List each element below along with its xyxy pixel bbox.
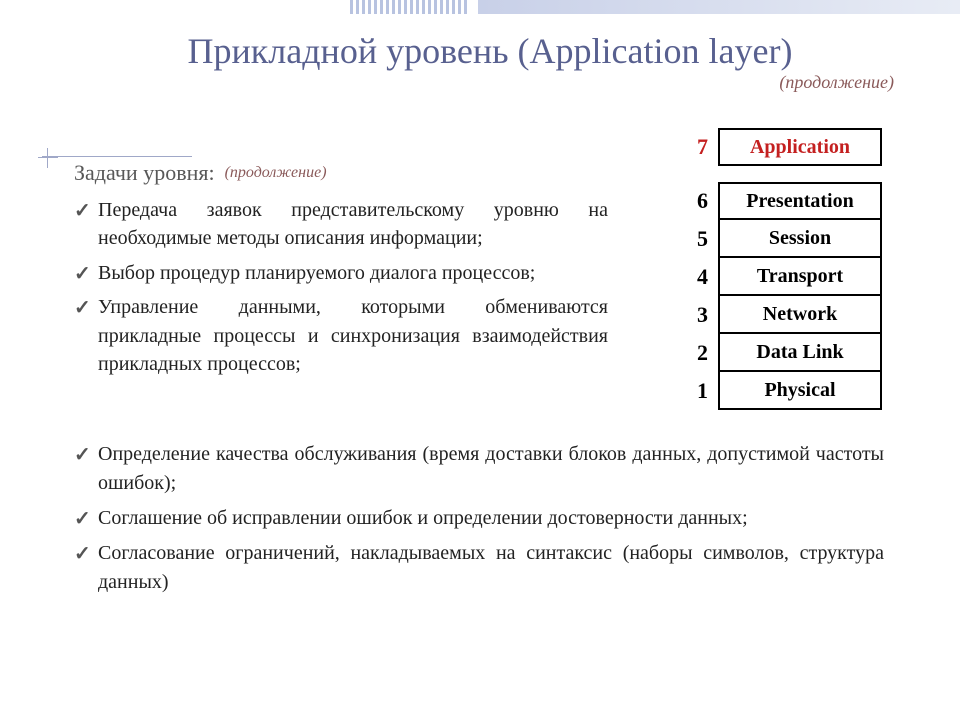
task-item: Определение качества обслуживания (время…	[74, 440, 884, 498]
osi-row-2: 2 Data Link	[688, 334, 882, 372]
cross-decor-icon	[38, 148, 58, 168]
task-item: Управление данными, которыми обмениваютс…	[74, 293, 608, 378]
osi-layer-physical: Physical	[718, 372, 882, 410]
gradient-decor	[478, 0, 960, 14]
osi-row-1: 1 Physical	[688, 372, 882, 410]
slide-title: Прикладной уровень (Application layer)	[100, 30, 880, 72]
osi-number: 6	[688, 188, 718, 214]
task-item: Передача заявок представительскому уровн…	[74, 196, 608, 253]
task-item: Согласование ограничений, накладываемых …	[74, 539, 884, 597]
osi-layer-application: Application	[718, 128, 882, 166]
subhead: Задачи уровня:	[74, 160, 215, 186]
hatch-decor	[350, 0, 470, 14]
osi-row-6: 6 Presentation	[688, 182, 882, 220]
osi-number: 3	[688, 302, 718, 328]
top-decor	[350, 0, 960, 14]
osi-layer-network: Network	[718, 296, 882, 334]
task-item: Выбор процедур планируемого диалога проц…	[74, 259, 608, 287]
osi-stack: 7 Application 6 Presentation 5 Session 4…	[688, 128, 882, 410]
osi-number: 5	[688, 226, 718, 252]
task-item: Соглашение об исправлении ошибок и опред…	[74, 504, 884, 533]
osi-row-3: 3 Network	[688, 296, 882, 334]
osi-layer-transport: Transport	[718, 258, 882, 296]
continuation-label-inline: (продолжение)	[225, 164, 327, 182]
osi-number: 2	[688, 340, 718, 366]
osi-layer-session: Session	[718, 220, 882, 258]
subhead-wrap: Задачи уровня: (продолжение)	[74, 160, 327, 186]
osi-number: 4	[688, 264, 718, 290]
tasks-upper: Передача заявок представительскому уровн…	[74, 196, 608, 384]
tasks-lower: Определение качества обслуживания (время…	[74, 440, 884, 603]
subhead-underline	[42, 156, 192, 157]
osi-row-7: 7 Application	[688, 128, 882, 166]
slide: Прикладной уровень (Application layer) (…	[0, 0, 960, 720]
continuation-label-top: (продолжение)	[779, 72, 894, 93]
osi-layer-datalink: Data Link	[718, 334, 882, 372]
osi-layer-presentation: Presentation	[718, 182, 882, 220]
osi-number: 1	[688, 378, 718, 404]
osi-row-4: 4 Transport	[688, 258, 882, 296]
osi-row-5: 5 Session	[688, 220, 882, 258]
osi-number: 7	[688, 134, 718, 160]
